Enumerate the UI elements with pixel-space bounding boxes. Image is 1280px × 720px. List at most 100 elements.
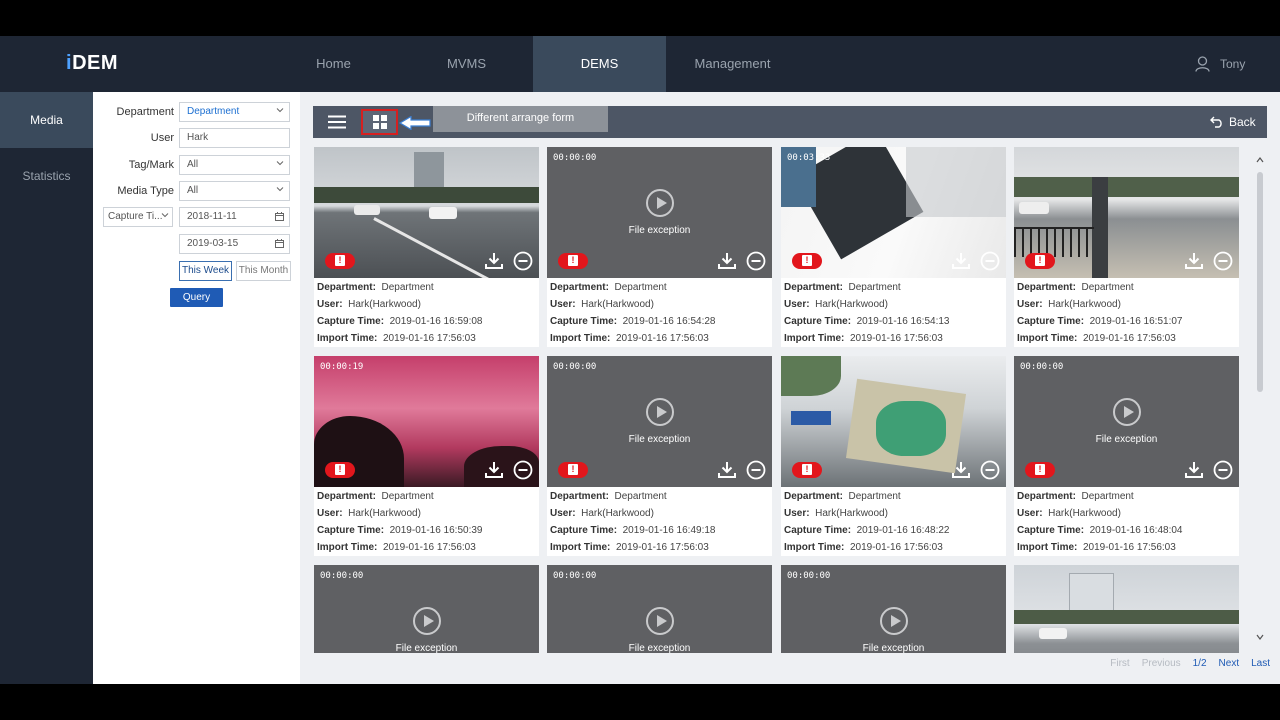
start-date-input[interactable]: 2018-11-11	[179, 207, 290, 227]
download-icon[interactable]	[717, 251, 737, 271]
sidebar-item-media[interactable]: Media	[0, 92, 93, 148]
import-time-value: 2019-01-16 17:56:03	[382, 542, 476, 553]
alert-mark-icon[interactable]: !	[558, 253, 588, 269]
meta-department: Department: Department	[550, 279, 770, 296]
grid-view-button[interactable]	[361, 109, 398, 135]
nav-management[interactable]: Management	[666, 36, 799, 92]
play-icon[interactable]	[880, 607, 908, 635]
department-key: Department:	[1017, 491, 1076, 502]
remove-icon[interactable]	[513, 460, 533, 480]
nav-dems[interactable]: DEMS	[533, 36, 666, 92]
media-thumbnail[interactable]: !	[781, 356, 1006, 487]
last-page-link[interactable]: Last	[1251, 658, 1270, 674]
remove-icon[interactable]	[1213, 251, 1233, 271]
capture-time-value: 2019-01-16 16:48:22	[856, 525, 950, 536]
media-thumbnail[interactable]: 00:00:00 File exception!	[547, 356, 772, 487]
media-thumbnail[interactable]: 00:00:00 File exception	[547, 565, 772, 653]
media-card[interactable]: 00:00:00 File exception! Department: Depar…	[547, 356, 772, 556]
play-icon[interactable]	[646, 398, 674, 426]
remove-icon[interactable]	[513, 251, 533, 271]
this-month-button[interactable]: This Month	[236, 261, 291, 281]
media-thumbnail[interactable]: 00:00:19!	[314, 356, 539, 487]
capture-time-key: Capture Time:	[550, 525, 618, 536]
media-thumbnail[interactable]	[1014, 565, 1239, 653]
download-icon[interactable]	[717, 460, 737, 480]
nav-home[interactable]: Home	[267, 36, 400, 92]
download-icon[interactable]	[484, 460, 504, 480]
media-thumbnail[interactable]: 00:00:00 File exception!	[547, 147, 772, 278]
play-icon[interactable]	[1113, 398, 1141, 426]
first-page-link[interactable]: First	[1110, 658, 1129, 674]
next-page-link[interactable]: Next	[1219, 658, 1240, 674]
remove-icon[interactable]	[746, 460, 766, 480]
duration-timestamp: 00:00:00	[553, 362, 597, 372]
media-card[interactable]: 00:00:19! Department: Department User: Har…	[314, 356, 539, 556]
media-thumbnail[interactable]: 00:03:33!	[781, 147, 1006, 278]
media-thumbnail[interactable]: 00:00:00 File exception!	[1014, 356, 1239, 487]
meta-department: Department: Department	[784, 488, 1004, 505]
download-icon[interactable]	[1184, 460, 1204, 480]
download-icon[interactable]	[484, 251, 504, 271]
back-button[interactable]: Back	[1210, 106, 1256, 138]
alert-mark-icon[interactable]: !	[792, 253, 822, 269]
app-logo[interactable]: iDEM	[66, 52, 118, 75]
download-icon[interactable]	[951, 251, 971, 271]
tag-select[interactable]: All	[179, 155, 290, 175]
play-icon[interactable]	[646, 607, 674, 635]
media-thumbnail[interactable]: !	[314, 147, 539, 278]
remove-icon[interactable]	[746, 251, 766, 271]
user-input[interactable]: Hark	[179, 128, 290, 148]
remove-icon[interactable]	[980, 251, 1000, 271]
download-icon[interactable]	[1184, 251, 1204, 271]
user-icon	[1195, 56, 1210, 72]
department-select[interactable]: Department	[179, 102, 290, 122]
alert-mark-icon[interactable]: !	[1025, 253, 1055, 269]
list-view-button[interactable]	[320, 109, 354, 135]
department-value: Department	[614, 282, 667, 293]
media-thumbnail[interactable]: 00:00:00 File exception	[781, 565, 1006, 653]
alert-mark-icon[interactable]: !	[325, 253, 355, 269]
previous-page-link[interactable]: Previous	[1142, 658, 1181, 674]
media-card[interactable]: 00:00:00 File exception	[314, 565, 539, 653]
media-card[interactable]: ! Department: Department User: Hark(Harkwo…	[1014, 147, 1239, 347]
media-card[interactable]: ! Department: Department User: Hark(Harkwo…	[314, 147, 539, 347]
user-key: User:	[1017, 508, 1043, 519]
media-card[interactable]	[1014, 565, 1239, 653]
media-card[interactable]: 00:00:00 File exception	[781, 565, 1006, 653]
download-icon[interactable]	[951, 460, 971, 480]
sidebar-item-statistics[interactable]: Statistics	[0, 148, 93, 204]
end-date-input[interactable]: 2019-03-15	[179, 234, 290, 254]
media-thumbnail[interactable]: 00:00:00 File exception	[314, 565, 539, 653]
remove-icon[interactable]	[1213, 460, 1233, 480]
time-type-select[interactable]: Capture Ti...	[103, 207, 173, 227]
query-button[interactable]: Query	[170, 288, 223, 307]
department-value: Department	[614, 491, 667, 502]
meta-user: User: Hark(Harkwood)	[784, 296, 1004, 313]
meta-capture-time: Capture Time: 2019-01-16 16:50:39	[317, 522, 537, 539]
meta-department: Department: Department	[1017, 488, 1237, 505]
media-card[interactable]: ! Department: Department User: Hark(Harkwo…	[781, 356, 1006, 556]
alert-mark-icon[interactable]: !	[558, 462, 588, 478]
media-card[interactable]: 00:00:00 File exception	[547, 565, 772, 653]
duration-timestamp: 00:00:00	[1020, 362, 1064, 372]
alert-mark-icon[interactable]: !	[325, 462, 355, 478]
media-type-select[interactable]: All	[179, 181, 290, 201]
scrollbar[interactable]	[1255, 152, 1265, 652]
media-card[interactable]: 00:00:00 File exception! Department: Depar…	[1014, 356, 1239, 556]
play-icon[interactable]	[413, 607, 441, 635]
media-thumbnail[interactable]: !	[1014, 147, 1239, 278]
import-time-key: Import Time:	[784, 542, 845, 553]
media-card[interactable]: 00:03:33! Department: Department User: Har…	[781, 147, 1006, 347]
this-week-button[interactable]: This Week	[179, 261, 232, 281]
capture-time-value: 2019-01-16 16:50:39	[389, 525, 483, 536]
alert-mark-icon[interactable]: !	[792, 462, 822, 478]
remove-icon[interactable]	[980, 460, 1000, 480]
play-icon[interactable]	[646, 189, 674, 217]
media-card[interactable]: 00:00:00 File exception! Department: Depar…	[547, 147, 772, 347]
meta-user: User: Hark(Harkwood)	[1017, 505, 1237, 522]
scroll-down-icon	[1256, 634, 1264, 640]
nav-mvms[interactable]: MVMS	[400, 36, 533, 92]
alert-mark-icon[interactable]: !	[1025, 462, 1055, 478]
meta-department: Department: Department	[550, 488, 770, 505]
user-menu[interactable]: Tony	[1195, 36, 1245, 92]
